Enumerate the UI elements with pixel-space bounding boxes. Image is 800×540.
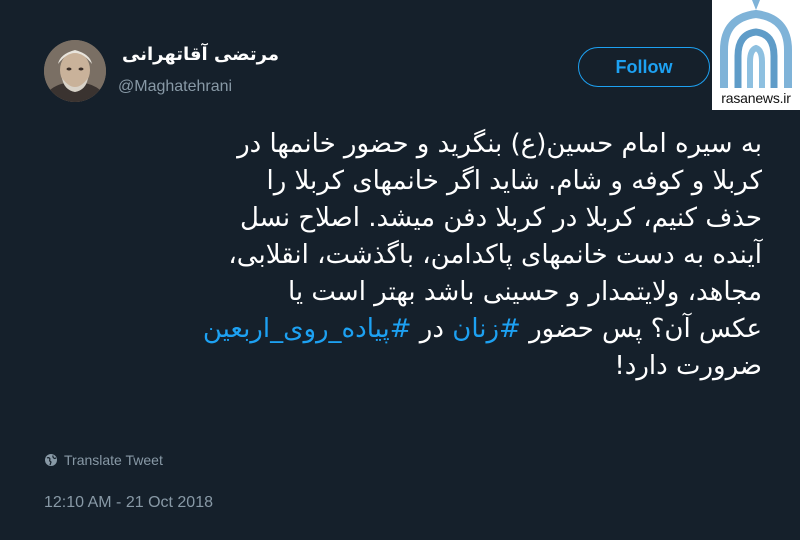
tweet-line: حذف کنیم، کربلا در کربلا دفن میشد. اصلاح… [239, 203, 762, 233]
translate-label: Translate Tweet [64, 452, 163, 468]
tweet-line: مجاهد، ولایتمدار و حسینی باشد بهتر است ی… [287, 277, 762, 307]
display-name[interactable]: مرتضی آقاتهرانی [122, 44, 279, 65]
hashtag-link[interactable]: #پیاده_روی_اربعین [203, 314, 412, 344]
hashtag-link[interactable]: #زنان [452, 314, 521, 344]
tweet-line: کربلا و کوفه و شام. شاید اگر خانمهای کرب… [266, 166, 762, 196]
avatar[interactable] [44, 40, 106, 102]
watermark-text: rasanews.ir [721, 90, 791, 106]
translate-tweet-link[interactable]: Translate Tweet [44, 452, 163, 468]
watermark-logo: rasanews.ir [712, 0, 800, 110]
tweet-text-segment: عکس آن؟ پس حضور [520, 314, 762, 344]
globe-icon [45, 454, 57, 466]
watermark-arches-icon [720, 0, 792, 88]
tweet-line: آینده به دست خانمهای پاکدامن، باگذشت، ان… [228, 240, 762, 270]
tweet-line: عکس آن؟ پس حضور #زنان در #پیاده_روی_اربع… [40, 311, 762, 348]
tweet-line: به سیره امام حسین(ع) بنگرید و حضور خانمه… [237, 129, 762, 159]
tweet-text: به سیره امام حسین(ع) بنگرید و حضور خانمه… [40, 126, 762, 385]
tweet-line: ضرورت دارد! [614, 351, 762, 381]
tweet-text-segment: در [411, 314, 453, 344]
follow-button[interactable]: Follow [578, 47, 710, 87]
tweet-card: مرتضی آقاتهرانی @Maghatehrani Follow ras… [0, 0, 800, 540]
avatar-portrait-icon [44, 40, 106, 102]
timestamp[interactable]: 12:10 AM - 21 Oct 2018 [44, 494, 213, 512]
user-handle[interactable]: @Maghatehrani [118, 78, 232, 96]
